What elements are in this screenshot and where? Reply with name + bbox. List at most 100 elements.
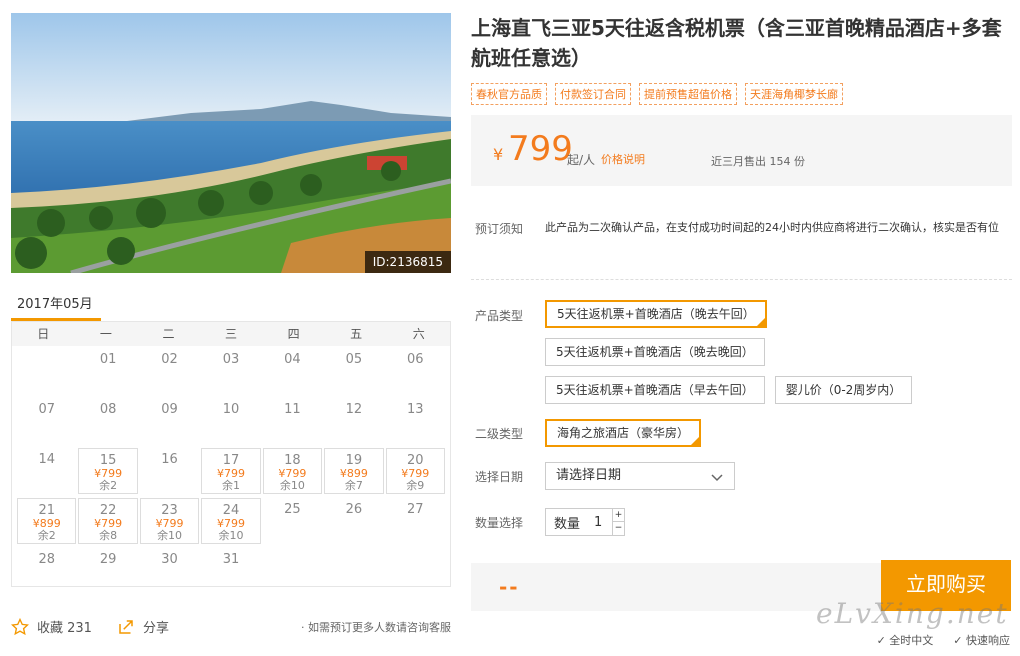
currency-symbol: ¥ (493, 145, 504, 164)
day-number: 21 (38, 503, 55, 518)
check-icon: ✓ (876, 634, 886, 647)
day-number: 17 (222, 453, 240, 468)
share-button[interactable]: 分享 (117, 617, 169, 636)
day-number: 03 (222, 352, 240, 367)
date-placeholder: 请选择日期 (556, 468, 622, 483)
day-number: 27 (407, 502, 424, 517)
calendar-day: 26 (324, 498, 383, 544)
day-number: 19 (345, 453, 363, 468)
calendar-day: 28 (17, 548, 76, 594)
feature-tag: 天涯海角椰梦长廊 (745, 83, 843, 105)
calendar-day: 11 (263, 398, 322, 444)
feature-tag: 付款签订合同 (555, 83, 631, 105)
calendar-day: 13 (386, 398, 445, 444)
price-unit: 起/人 (567, 153, 596, 167)
type-option[interactable]: 5天往返机票+首晚酒店（晚去晚回） (545, 338, 765, 366)
calendar-day (17, 348, 76, 394)
subtype-label: 二级类型 (475, 427, 524, 441)
day-number: 31 (222, 552, 240, 567)
day-number: 01 (99, 352, 117, 367)
weekday-label: 四 (287, 327, 300, 341)
day-number: 15 (99, 453, 117, 468)
photo-id-label: ID:2136815 (364, 251, 451, 273)
price-calendar: 日 一 二 三 四 五 六 01 02 03 04 05 06 07 08 09 10 11 12 13 14 15 ¥7… (11, 321, 451, 587)
day-number: 07 (38, 402, 55, 417)
calendar-day (386, 548, 445, 594)
calendar-day: 16 (140, 448, 199, 494)
weekday-label: 三 (225, 327, 238, 341)
qty-decrement-button[interactable]: − (613, 522, 624, 535)
calendar-day: 05 (324, 348, 383, 394)
calendar-day-available[interactable]: 18 ¥799 余10 (262, 448, 323, 494)
share-bar: 收藏 231 分享 · 如需预订更多人数请咨询客服 (11, 617, 451, 637)
day-number: 10 (222, 402, 240, 417)
chevron-down-icon (710, 467, 724, 493)
calendar-day: 29 (78, 548, 137, 594)
calendar-day-available[interactable]: 22 ¥799 余8 (78, 498, 138, 544)
product-title: 上海直飞三亚5天往返含税机票（含三亚首晚精品酒店+多套航班任意选） (471, 16, 1002, 70)
type-label: 产品类型 (475, 309, 524, 323)
type-option[interactable]: 5天往返机票+首晚酒店（早去午回） (545, 376, 765, 404)
star-icon (11, 617, 29, 635)
day-number: 09 (161, 402, 178, 417)
product-photo[interactable]: ID:2136815 (11, 13, 451, 273)
qty-increment-button[interactable]: + (613, 509, 624, 522)
calendar-day: 08 (78, 398, 137, 444)
sold-count: 近三月售出 154 份 (711, 155, 805, 168)
day-number: 29 (99, 552, 117, 567)
weekday-label: 五 (350, 327, 363, 341)
calendar-day: 07 (17, 398, 76, 444)
day-number: 30 (161, 552, 178, 567)
booking-notice: 预订须知 此产品为二次确认产品，在支付成功时间起的24小时内供应商将进行二次确认… (471, 218, 1012, 273)
favorite-button[interactable]: 收藏 231 (11, 617, 92, 636)
calendar-day-available[interactable]: 21 ¥899 余2 (17, 498, 77, 544)
day-number: 23 (161, 503, 178, 518)
calendar-weekdays: 日一二三四五六 (12, 322, 450, 346)
service-badges: ✓ 全时中文 ✓ 快速响应 (877, 632, 1010, 648)
weekday-label: 二 (162, 327, 175, 341)
calendar-day (324, 548, 383, 594)
calendar-day-available[interactable]: 24 ¥799 余10 (201, 498, 261, 544)
day-remaining: 余10 (157, 529, 183, 542)
subtype-option[interactable]: 海角之旅酒店（豪华房） (545, 419, 702, 447)
weekday-label: 日 (37, 327, 50, 341)
calendar-day-available[interactable]: 23 ¥799 余10 (139, 498, 200, 544)
day-number: 25 (284, 502, 301, 517)
calendar-day (263, 548, 322, 594)
feature-tag: 提前预售超值价格 (639, 83, 737, 105)
weekday-label: 六 (412, 327, 425, 341)
date-select[interactable]: 请选择日期 (545, 462, 735, 490)
check-icon: ✓ (953, 634, 963, 647)
badge-fast-response: ✓ 快速响应 (953, 634, 1010, 647)
calendar-day-available[interactable]: 17 ¥799 余1 (201, 448, 261, 494)
day-remaining: 余7 (344, 479, 363, 492)
calendar-day: 04 (263, 348, 322, 394)
day-number: 06 (407, 352, 424, 367)
day-remaining: 余10 (218, 529, 244, 542)
qty-label: 数量选择 (475, 516, 524, 530)
day-remaining: 余2 (37, 529, 56, 542)
notice-text: 此产品为二次确认产品，在支付成功时间起的24小时内供应商将进行二次确认，核实是否… (545, 221, 999, 234)
calendar-day-available[interactable]: 20 ¥799 余9 (385, 448, 445, 494)
qty-steps: + − (612, 509, 624, 535)
price-amount: 799 (508, 129, 573, 169)
price-box: ¥ 799 起/人 价格说明 近三月售出 154 份 (471, 115, 1012, 186)
weekday-label: 一 (99, 327, 112, 341)
price-explain-link[interactable]: 价格说明 (601, 151, 645, 167)
day-number: 26 (345, 502, 363, 517)
calendar-day-available[interactable]: 15 ¥799 余2 (78, 448, 138, 494)
day-remaining: 余8 (99, 529, 118, 542)
calendar-day: 02 (140, 348, 199, 394)
calendar-day: 03 (201, 348, 260, 394)
calendar-day: 14 (17, 448, 76, 494)
calendar-day-available[interactable]: 19 ¥899 余7 (324, 448, 384, 494)
feature-tag: 春秋官方品质 (471, 83, 547, 105)
calendar-day: 31 (201, 548, 260, 594)
day-number: 13 (407, 402, 424, 417)
day-number: 11 (284, 402, 301, 417)
day-number: 22 (99, 503, 117, 518)
month-tab[interactable]: 2017年05月 (11, 285, 101, 321)
type-option[interactable]: 婴儿价（0-2周岁内） (774, 376, 913, 404)
qty-value[interactable]: 1 (594, 515, 602, 530)
type-option[interactable]: 5天往返机票+首晚酒店（晚去午回） (545, 300, 767, 328)
